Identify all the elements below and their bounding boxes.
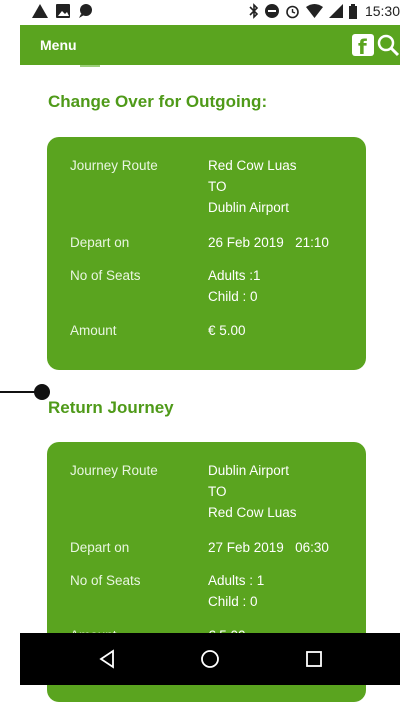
seats-value: Adults :1 Child : 0 bbox=[208, 265, 261, 307]
facebook-icon[interactable]: f bbox=[352, 34, 374, 59]
route-to: Red Cow Luas bbox=[208, 505, 297, 520]
child-count: Child : 0 bbox=[208, 594, 258, 609]
status-bar: 15:30 bbox=[20, 0, 400, 25]
chat-icon bbox=[79, 4, 92, 18]
image-icon bbox=[56, 4, 70, 18]
recents-icon[interactable] bbox=[302, 647, 326, 671]
seats-value: Adults : 1 Child : 0 bbox=[208, 570, 264, 612]
status-time: 15:30 bbox=[364, 3, 400, 19]
warning-icon bbox=[32, 4, 48, 18]
menu-button[interactable]: Menu bbox=[40, 37, 77, 53]
seats-label: No of Seats bbox=[70, 268, 141, 283]
connector-line bbox=[0, 391, 36, 393]
route-from: Dublin Airport bbox=[208, 463, 290, 478]
seats-label: No of Seats bbox=[70, 573, 141, 588]
battery-icon bbox=[348, 3, 357, 19]
depart-label: Depart on bbox=[70, 540, 130, 555]
depart-value: 27 Feb 2019 06:30 bbox=[208, 540, 329, 555]
amount-label: Amount bbox=[70, 323, 117, 338]
back-icon[interactable] bbox=[95, 647, 119, 671]
route-value: Red Cow Luas TO Dublin Airport bbox=[208, 155, 297, 218]
adults-count: Adults :1 bbox=[208, 268, 261, 283]
depart-label: Depart on bbox=[70, 235, 130, 250]
route-label: Journey Route bbox=[70, 463, 158, 478]
outgoing-card: Journey Route Red Cow Luas TO Dublin Air… bbox=[47, 137, 366, 370]
route-to-word: TO bbox=[208, 484, 227, 499]
system-nav-bar bbox=[20, 633, 400, 685]
child-count: Child : 0 bbox=[208, 289, 258, 304]
app-bar: Menu f bbox=[20, 25, 400, 65]
route-label: Journey Route bbox=[70, 158, 158, 173]
amount-value: € 5.00 bbox=[208, 323, 246, 338]
alarm-icon bbox=[286, 5, 299, 18]
outgoing-title: Change Over for Outgoing: bbox=[48, 92, 268, 111]
home-icon[interactable] bbox=[198, 647, 222, 671]
facebook-icon-letter: f bbox=[358, 35, 367, 59]
adults-count: Adults : 1 bbox=[208, 573, 265, 588]
bluetooth-icon bbox=[249, 3, 259, 19]
route-from: Red Cow Luas bbox=[208, 158, 297, 173]
return-title: Return Journey bbox=[48, 398, 174, 417]
wifi-icon bbox=[305, 4, 323, 18]
route-to-word: TO bbox=[208, 179, 227, 194]
route-to: Dublin Airport bbox=[208, 200, 290, 215]
do-not-disturb-icon bbox=[264, 4, 279, 18]
search-icon[interactable] bbox=[376, 33, 400, 57]
depart-value: 26 Feb 2019 21:10 bbox=[208, 235, 329, 250]
cellular-icon bbox=[328, 4, 343, 18]
route-value: Dublin Airport TO Red Cow Luas bbox=[208, 460, 297, 523]
divider bbox=[80, 65, 100, 67]
